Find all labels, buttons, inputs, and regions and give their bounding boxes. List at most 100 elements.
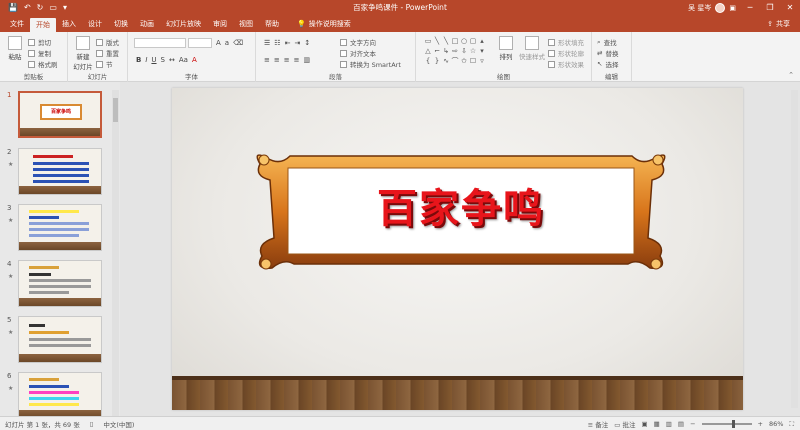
fit-to-window-icon[interactable]: ⛶ (789, 420, 794, 429)
more-shapes-icon[interactable]: ▾ (478, 47, 486, 56)
tab-help[interactable]: 帮助 (259, 16, 285, 32)
language-indicator[interactable]: 中文(中国) (103, 419, 134, 429)
text-direction-button[interactable]: 文字方向 (340, 37, 376, 47)
bold-icon[interactable]: B (136, 56, 141, 64)
clear-format-icon[interactable]: ⌫ (233, 39, 243, 47)
tab-insert[interactable]: 插入 (56, 16, 82, 32)
spellcheck-icon[interactable]: ▯ (90, 420, 94, 428)
share-button[interactable]: ⇪ 共享 (767, 16, 790, 32)
save-icon[interactable]: 💾 (8, 0, 18, 16)
find-button[interactable]: ⌕ 查找 (597, 37, 617, 48)
strikethrough-icon[interactable]: S (161, 56, 165, 64)
minimize-icon[interactable]: ─ (740, 0, 760, 16)
grow-font-icon[interactable]: A (216, 39, 221, 47)
slide-thumbnail[interactable]: 百家争鸣 (18, 91, 102, 138)
quick-styles-button[interactable]: 快速样式 (518, 36, 546, 61)
comments-button[interactable]: ▭ 批注 (614, 419, 635, 429)
slide-thumbnail[interactable] (18, 316, 102, 363)
section-button[interactable]: 节 (96, 59, 113, 69)
star-shape-icon[interactable]: ✩ (460, 57, 468, 66)
triangle-shape-icon[interactable]: △ (424, 47, 432, 56)
slide-thumbnail[interactable] (18, 372, 102, 419)
brace-shape-icon[interactable]: { (424, 57, 432, 66)
justify-icon[interactable]: ≡ (294, 56, 300, 64)
avatar[interactable] (715, 3, 726, 13)
rounded-rect-shape-icon[interactable]: ▢ (469, 37, 477, 46)
thumbnail-row[interactable]: 6 ★ (4, 372, 104, 420)
brace-shape-icon[interactable]: } (433, 57, 441, 66)
select-button[interactable]: ↖ 选择 (597, 59, 618, 69)
zoom-out-icon[interactable]: − (690, 420, 695, 428)
layout-button[interactable]: 版式 (96, 37, 119, 47)
thumbnail-row[interactable]: 5 ★ (4, 316, 104, 364)
slide-sorter-icon[interactable]: ▦ (654, 420, 660, 428)
zoom-slider[interactable] (701, 420, 752, 428)
decrease-indent-icon[interactable]: ⇤ (285, 39, 291, 47)
ribbon-display-icon[interactable]: ▣ (729, 4, 736, 12)
align-center-icon[interactable]: ≡ (274, 56, 280, 64)
user-account[interactable]: 吴 星岑 ▣ (688, 0, 736, 16)
case-icon[interactable]: Aa (179, 56, 188, 64)
shape-effects-button[interactable]: 形状效果 (548, 59, 584, 69)
char-spacing-icon[interactable]: ↔ (169, 56, 175, 64)
align-text-button[interactable]: 对齐文本 (340, 48, 376, 58)
tell-me-search[interactable]: 💡 操作说明搜索 (291, 16, 357, 32)
bent-arrow-shape-icon[interactable]: ↳ (442, 47, 450, 56)
shrink-font-icon[interactable]: a (225, 39, 229, 47)
slide-thumbnail[interactable] (18, 260, 102, 307)
align-left-icon[interactable]: ≡ (264, 56, 270, 64)
new-slide-button[interactable]: 新建 幻灯片 (72, 36, 94, 71)
tab-design[interactable]: 设计 (82, 16, 108, 32)
increase-indent-icon[interactable]: ⇥ (294, 39, 300, 47)
tab-view[interactable]: 视图 (233, 16, 259, 32)
line-shape-icon[interactable]: ╲ (433, 37, 441, 46)
smartart-button[interactable]: 转换为 SmartArt (340, 59, 401, 69)
thumbnail-row[interactable]: 1 百家争鸣 (4, 91, 104, 139)
tab-review[interactable]: 审阅 (207, 16, 233, 32)
slide-thumbnail[interactable] (18, 148, 102, 195)
numbering-icon[interactable]: ☷ (274, 39, 280, 47)
tab-home[interactable]: 开始 (30, 18, 56, 32)
shape-outline-button[interactable]: 形状轮廓 (548, 48, 584, 58)
tab-file[interactable]: 文件 (4, 16, 30, 32)
expand-shapes-icon[interactable]: ▿ (478, 57, 486, 66)
notes-button[interactable]: ≡ 备注 (588, 419, 609, 429)
slideshow-view-icon[interactable]: ▤ (678, 420, 684, 428)
columns-icon[interactable]: ▥ (304, 56, 311, 64)
star-shape-icon[interactable]: ☆ (469, 47, 477, 56)
more-shapes-icon[interactable]: ▴ (478, 37, 486, 46)
slide-thumbnail[interactable] (18, 204, 102, 251)
normal-view-icon[interactable]: ▣ (641, 420, 647, 428)
format-painter-button[interactable]: 格式刷 (28, 59, 58, 69)
presentation-icon[interactable]: ▭ (49, 0, 57, 16)
copy-button[interactable]: 复制 (28, 48, 51, 58)
replace-button[interactable]: ⇄ 替换 (597, 48, 618, 58)
redo-icon[interactable]: ↻ (37, 0, 44, 16)
line-shape-icon[interactable]: ╲ (442, 37, 450, 46)
tab-transitions[interactable]: 切换 (108, 16, 134, 32)
tab-slideshow[interactable]: 幻灯片放映 (160, 16, 207, 32)
thumbnail-row[interactable]: 3 ★ (4, 204, 104, 252)
customize-qat-icon[interactable]: ▾ (63, 0, 67, 16)
curve-shape-icon[interactable]: ⌒ (451, 57, 459, 66)
font-name-dropdown[interactable] (134, 38, 186, 48)
reading-view-icon[interactable]: ▥ (666, 420, 672, 428)
arrow-shape-icon[interactable]: ⇨ (451, 47, 459, 56)
paste-button[interactable]: 粘贴 (6, 36, 24, 61)
arrange-button[interactable]: 排列 (496, 36, 516, 61)
font-color-icon[interactable]: A (192, 56, 197, 64)
bullets-icon[interactable]: ☰ (264, 39, 270, 47)
oval-shape-icon[interactable]: ○ (460, 37, 468, 46)
slide-canvas[interactable]: 百家争鸣 (172, 88, 743, 410)
thumbnail-scrollbar[interactable] (112, 90, 119, 416)
zoom-level[interactable]: 86% (769, 420, 783, 428)
close-icon[interactable]: ✕ (780, 0, 800, 16)
textbox-shape-icon[interactable]: ▭ (424, 37, 432, 46)
scrollbar-thumb[interactable] (113, 98, 118, 122)
tab-animations[interactable]: 动画 (134, 16, 160, 32)
undo-icon[interactable]: ↶ (24, 0, 31, 16)
underline-icon[interactable]: U (151, 56, 156, 64)
slide-scrollbar[interactable] (791, 90, 798, 408)
restore-icon[interactable]: ❐ (760, 0, 780, 16)
zoom-in-icon[interactable]: + (758, 420, 763, 428)
